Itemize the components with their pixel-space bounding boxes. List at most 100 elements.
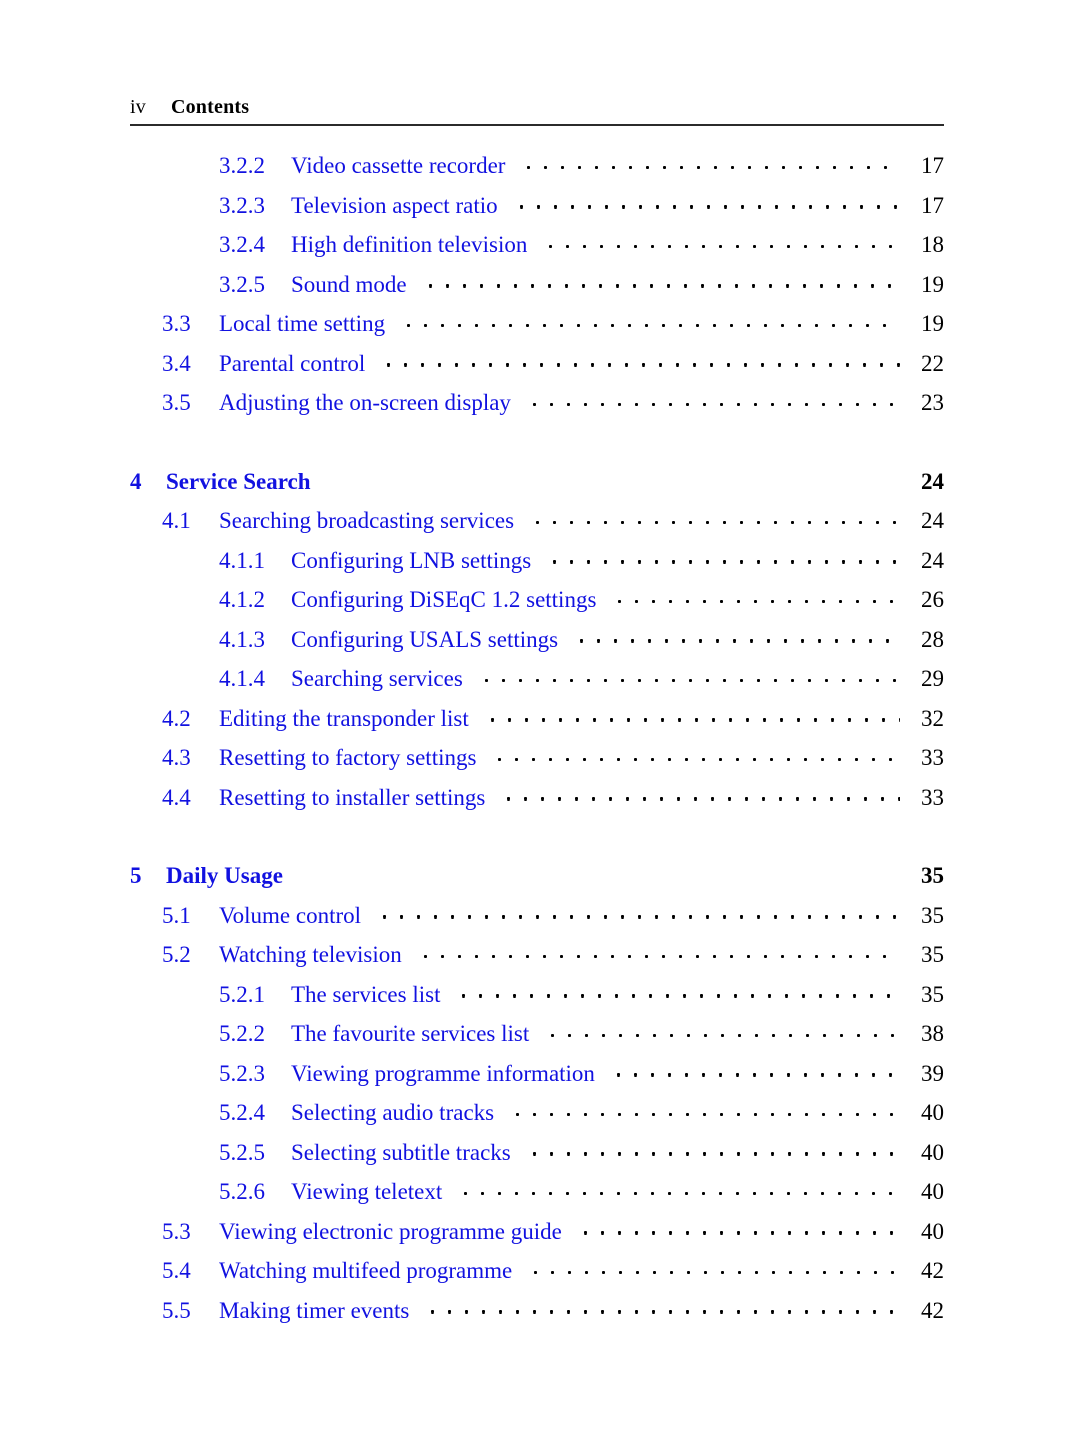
toc-entry-page-number: 40 [921,1100,944,1125]
contents-page: iv Contents 3.2.2 Video cassette recorder… [0,0,1080,1439]
page-title: Contents [170,96,250,118]
toc-entry-label: Editing the transponder list [219,705,469,731]
toc-leader-dots [609,1058,900,1081]
toc-leader-dots [424,1295,900,1318]
toc-entry-page-number: 19 [921,271,944,297]
running-header: iv Contents [130,96,944,119]
toc-entry[interactable]: 3.2.3 Television aspect ratio 17 [130,190,944,230]
toc-entry[interactable]: 4.1.1 Configuring LNB settings 24 [130,545,944,585]
toc-entry[interactable]: 5.2.3 Viewing programme information 39 [130,1058,944,1098]
toc-leader-dots [525,387,900,410]
toc-entry-label: Service Search [166,468,311,494]
toc-entry[interactable]: 4.1.3 Configuring USALS settings 28 [130,624,944,664]
toc-entry[interactable]: 4.1.4 Searching services 29 [130,663,944,703]
toc-leader-dots [477,663,900,686]
toc-entry-label: Volume control [219,902,362,928]
toc-leader-dots [457,1176,900,1199]
toc-entry-page-number: 35 [921,863,944,888]
toc-entry-number: 5.3 [162,1218,191,1244]
toc-leader-dots [400,308,900,331]
toc-entry-page-number: 19 [921,311,944,336]
toc-entry-page-number: 40 [921,1218,944,1244]
toc-entry-page-number: 22 [921,350,944,376]
toc-entry-number: 5.2 [162,942,191,967]
toc-leader-dots [376,900,900,923]
toc-entry-number: 4.1.3 [219,626,265,652]
toc-entry-page-number: 28 [921,626,944,652]
toc-entry-number: 4.1.1 [219,547,265,573]
toc-leader-dots [611,584,900,607]
toc-entry[interactable]: 5.3 Viewing electronic programme guide 40 [130,1216,944,1256]
toc-leader-dots [416,939,900,962]
toc-entry-page-number: 35 [921,902,944,928]
toc-entry[interactable]: 5.4 Watching multifeed programme 42 [130,1255,944,1295]
toc-entry[interactable]: 5.1 Volume control 35 [130,900,944,940]
toc-entry-page-number: 33 [921,745,944,770]
toc-entry[interactable]: 5.2.1 The services list 35 [130,979,944,1019]
toc-entry[interactable]: 3.2.2 Video cassette recorder 17 [130,150,944,190]
toc-entry-number: 3.2.2 [219,153,265,178]
toc-entry-label: Searching broadcasting services [219,508,515,533]
toc-leader-dots [380,348,900,371]
toc-leader-dots [298,860,900,883]
toc-entry-label: Sound mode [291,271,407,297]
toc-entry[interactable]: 4 Service Search 24 [130,466,944,506]
toc-entry-label: Watching multifeed programme [219,1258,513,1283]
toc-leader-dots [529,505,900,528]
toc-entry[interactable]: 4.3 Resetting to factory settings 33 [130,742,944,782]
toc-leader-dots [326,466,900,489]
toc-entry-label: Video cassette recorder [291,153,506,178]
toc-entry-label: Searching services [291,666,463,691]
toc-entry[interactable]: 5.2 Watching television 35 [130,939,944,979]
toc-leader-dots [546,545,900,568]
toc-entry-number: 5 [130,863,142,888]
toc-leader-dots [512,190,900,213]
toc-entry-number: 4.4 [162,784,191,810]
toc-leader-dots [576,1216,900,1239]
toc-leader-dots [525,1137,900,1160]
toc-entry[interactable]: 4.4 Resetting to installer settings 33 [130,782,944,822]
toc-entry-number: 3.4 [162,350,191,376]
toc-entry[interactable]: 5.5 Making timer events 42 [130,1295,944,1335]
toc-entry-label: Viewing teletext [291,1179,443,1204]
toc-entry[interactable]: 3.4 Parental control 22 [130,348,944,388]
page-folio: iv [130,96,146,118]
toc-entry-number: 4.1 [162,508,191,533]
toc-entry[interactable]: 3.2.4 High definition television 18 [130,229,944,269]
toc-leader-dots [527,1255,900,1278]
toc-entry-page-number: 24 [921,468,944,494]
toc-entry-label: Adjusting the on-screen display [219,390,511,415]
toc-entry-label: Configuring USALS settings [291,626,559,652]
toc-entry-label: The favourite services list [291,1021,530,1046]
toc-entry-label: Television aspect ratio [291,192,498,218]
toc-entry[interactable]: 4.1 Searching broadcasting services 24 [130,505,944,545]
toc-entry-page-number: 40 [921,1179,944,1204]
toc-entry-number: 5.2.3 [219,1060,265,1086]
toc-leader-dots [520,150,900,173]
toc-entry[interactable]: 5.2.2 The favourite services list 38 [130,1018,944,1058]
toc-entry-number: 3.5 [162,390,191,415]
toc-entry[interactable]: 4.2 Editing the transponder list 32 [130,703,944,743]
toc-entry[interactable]: 5.2.6 Viewing teletext 40 [130,1176,944,1216]
toc-entry-page-number: 24 [921,547,944,573]
toc-entry[interactable]: 5.2.4 Selecting audio tracks 40 [130,1097,944,1137]
toc-entry[interactable]: 5.2.5 Selecting subtitle tracks 40 [130,1137,944,1177]
toc-leader-dots [573,624,900,647]
toc-leader-dots [544,1018,900,1041]
toc-entry[interactable]: 3.5 Adjusting the on-screen display 23 [130,387,944,427]
toc-entry[interactable]: 5 Daily Usage 35 [130,860,944,900]
toc-entry[interactable]: 3.3 Local time setting 19 [130,308,944,348]
toc-entry-page-number: 29 [921,666,944,691]
toc-entry[interactable]: 4.1.2 Configuring DiSEqC 1.2 settings 26 [130,584,944,624]
toc-entry-label: Resetting to factory settings [219,745,477,770]
toc-entry-page-number: 17 [921,192,944,218]
toc-entry-number: 3.2.4 [219,232,265,257]
toc-entry-label: The services list [291,981,441,1007]
toc-entry-label: Making timer events [219,1297,410,1323]
toc-entry-number: 5.2.5 [219,1139,265,1165]
toc-leader-dots [542,229,900,252]
toc-leader-dots [455,979,900,1002]
toc-entry[interactable]: 3.2.5 Sound mode 19 [130,269,944,309]
toc-entry-label: Configuring LNB settings [291,547,532,573]
toc-leader-dots [421,269,900,292]
